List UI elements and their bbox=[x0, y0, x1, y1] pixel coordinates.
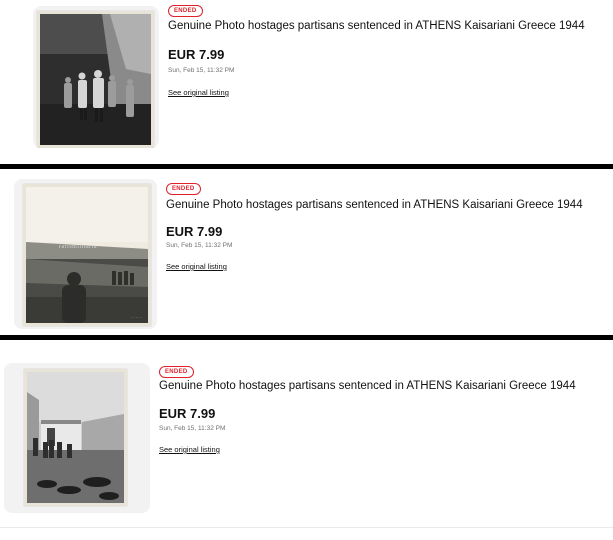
watermark-text: rarismilitaria bbox=[59, 244, 97, 250]
listing-price: EUR 7.99 bbox=[166, 224, 223, 239]
photo-caption: · · · · · bbox=[130, 315, 142, 320]
bottom-separator bbox=[0, 527, 613, 528]
photo-image bbox=[26, 187, 148, 323]
listing-title: Genuine Photo hostages partisans sentenc… bbox=[159, 380, 576, 392]
listing-title: Genuine Photo hostages partisans sentenc… bbox=[168, 20, 585, 32]
listing-card: ENDED Genuine Photo hostages partisans s… bbox=[0, 340, 613, 540]
ended-badge: ENDED bbox=[159, 366, 194, 378]
listing-date: Sun, Feb 15, 11:32 PM bbox=[166, 242, 233, 249]
listing-photo bbox=[37, 11, 154, 148]
photo-image bbox=[27, 372, 124, 503]
see-original-listing-link[interactable]: See original listing bbox=[159, 445, 220, 454]
ended-badge: ENDED bbox=[168, 5, 203, 17]
listing-photo bbox=[24, 369, 127, 506]
listing-thumbnail[interactable] bbox=[4, 363, 150, 513]
listing-card: rarismilitaria · · · · · ENDED Genuine P… bbox=[0, 169, 613, 335]
see-original-listing-link[interactable]: See original listing bbox=[168, 88, 229, 97]
listing-title: Genuine Photo hostages partisans sentenc… bbox=[166, 199, 583, 211]
listing-price: EUR 7.99 bbox=[168, 47, 225, 62]
see-original-listing-link[interactable]: See original listing bbox=[166, 262, 227, 271]
listing-thumbnail[interactable]: rarismilitaria · · · · · bbox=[14, 179, 157, 329]
ended-badge: ENDED bbox=[166, 183, 201, 195]
listing-date: Sun, Feb 15, 11:32 PM bbox=[168, 67, 235, 74]
listing-photo: rarismilitaria · · · · · bbox=[23, 184, 151, 326]
listing-date: Sun, Feb 15, 11:32 PM bbox=[159, 425, 226, 432]
photo-image bbox=[40, 14, 151, 145]
listing-card: ENDED Genuine Photo hostages partisans s… bbox=[0, 0, 613, 164]
listing-thumbnail[interactable] bbox=[33, 6, 159, 148]
listing-price: EUR 7.99 bbox=[159, 406, 216, 421]
